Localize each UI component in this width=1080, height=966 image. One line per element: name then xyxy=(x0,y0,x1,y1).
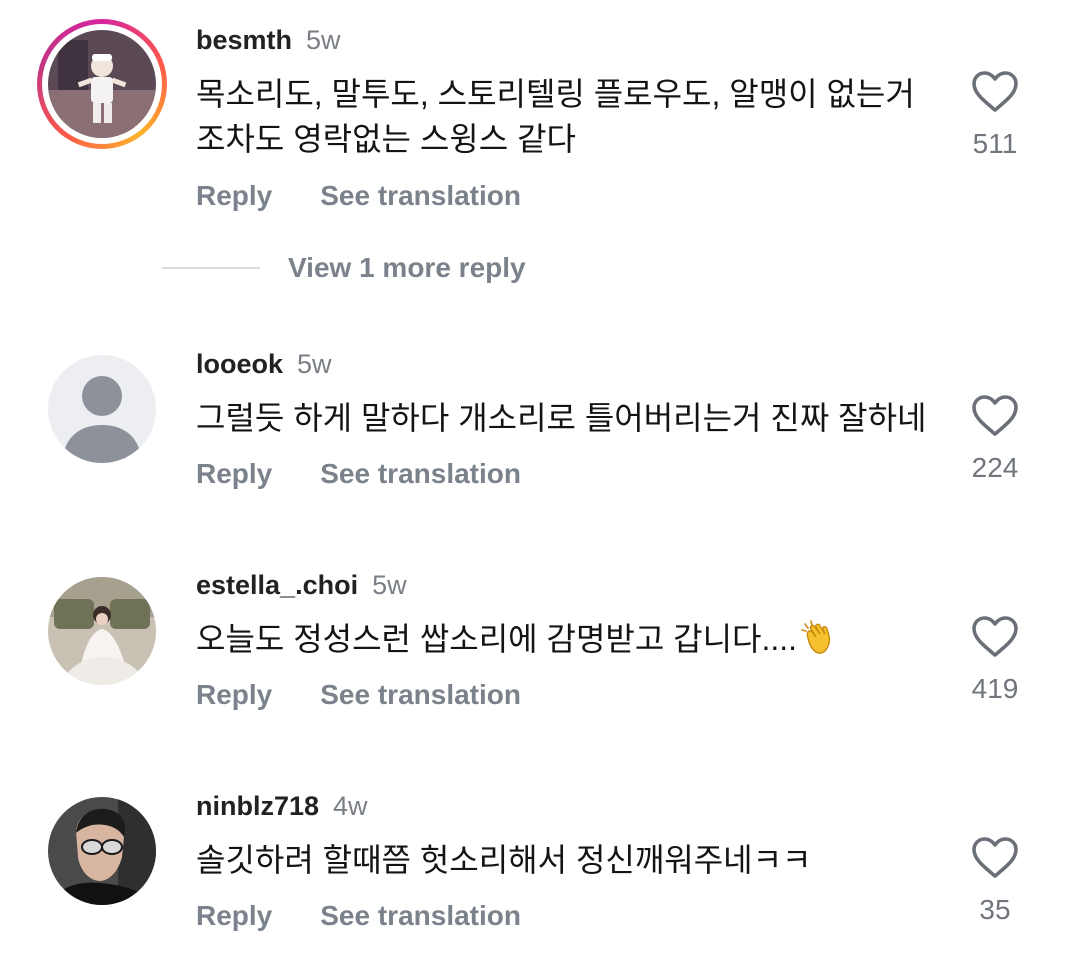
reply-button[interactable]: Reply xyxy=(196,458,272,489)
comment-text: 오늘도 정성스런 쌉소리에 감명받고 갑니다.... xyxy=(196,617,936,668)
comment-actions: Reply See translation xyxy=(196,180,521,212)
like-control: 419 xyxy=(960,615,1030,705)
divider-line xyxy=(162,267,260,269)
comment-text-line: 목소리도, 말투도, 스토리텔링 플로우도, 알맹이 없는거 xyxy=(196,76,915,112)
avatar[interactable] xyxy=(48,577,156,685)
view-replies-label: View 1 more reply xyxy=(288,252,526,283)
avatar[interactable] xyxy=(48,30,156,138)
reply-button[interactable]: Reply xyxy=(196,900,272,931)
heart-icon[interactable] xyxy=(971,836,1019,880)
heart-icon[interactable] xyxy=(971,394,1019,438)
see-translation-button[interactable]: See translation xyxy=(320,679,521,710)
heart-icon[interactable] xyxy=(971,70,1019,114)
avatar[interactable] xyxy=(48,797,156,905)
comment-actions: Reply See translation xyxy=(196,679,521,711)
default-avatar-icon xyxy=(48,355,156,463)
clapping-hands-icon xyxy=(801,620,835,668)
like-control: 224 xyxy=(960,394,1030,484)
like-count: 511 xyxy=(972,128,1018,159)
timestamp: 5w xyxy=(306,25,341,55)
story-ring[interactable] xyxy=(37,19,167,149)
like-count: 224 xyxy=(971,452,1019,483)
avatar-photo xyxy=(48,797,156,905)
comment-meta: besmth 5w xyxy=(196,23,341,57)
comment-text-line: 솔깃하려 할때쯤 헛소리해서 정신깨워주네ㅋㅋ xyxy=(196,842,812,878)
comment-text-line: 조차도 영락없는 스윙스 같다 xyxy=(196,121,576,157)
username[interactable]: besmth xyxy=(196,25,292,55)
comment-meta: looeok 5w xyxy=(196,347,332,381)
like-count: 419 xyxy=(971,673,1019,704)
reply-button[interactable]: Reply xyxy=(196,180,272,211)
avatar[interactable] xyxy=(48,355,156,463)
timestamp: 5w xyxy=(372,570,407,600)
comment-meta: ninblz718 4w xyxy=(196,789,368,823)
reply-button[interactable]: Reply xyxy=(196,679,272,710)
username[interactable]: ninblz718 xyxy=(196,791,319,821)
see-translation-button[interactable]: See translation xyxy=(320,458,521,489)
comment-text: 그럴듯 하게 말하다 개소리로 틀어버리는거 진짜 잘하네 xyxy=(196,396,956,441)
avatar-photo xyxy=(48,30,156,138)
avatar-photo xyxy=(48,577,156,685)
comment-text-content: 오늘도 정성스런 쌉소리에 감명받고 갑니다.... xyxy=(196,621,798,657)
like-control: 35 xyxy=(960,836,1030,926)
username[interactable]: estella_.choi xyxy=(196,570,358,600)
see-translation-button[interactable]: See translation xyxy=(320,180,521,211)
timestamp: 5w xyxy=(297,349,332,379)
see-translation-button[interactable]: See translation xyxy=(320,900,521,931)
comment-text: 목소리도, 말투도, 스토리텔링 플로우도, 알맹이 없는거 조차도 영락없는 … xyxy=(196,72,936,162)
comment-actions: Reply See translation xyxy=(196,458,521,490)
like-control: 511 xyxy=(960,70,1030,160)
like-count: 35 xyxy=(979,894,1011,925)
timestamp: 4w xyxy=(333,791,368,821)
username[interactable]: looeok xyxy=(196,349,283,379)
comment-actions: Reply See translation xyxy=(196,900,521,932)
comment-text: 솔깃하려 할때쯤 헛소리해서 정신깨워주네ㅋㅋ xyxy=(196,838,936,883)
comment-text-line: 그럴듯 하게 말하다 개소리로 틀어버리는거 진짜 잘하네 xyxy=(196,400,927,436)
comment-meta: estella_.choi 5w xyxy=(196,568,407,602)
heart-icon[interactable] xyxy=(971,615,1019,659)
comment-text-line: 오늘도 정성스런 쌉소리에 감명받고 갑니다.... xyxy=(196,617,936,668)
view-replies-button[interactable]: View 1 more reply xyxy=(162,252,526,290)
